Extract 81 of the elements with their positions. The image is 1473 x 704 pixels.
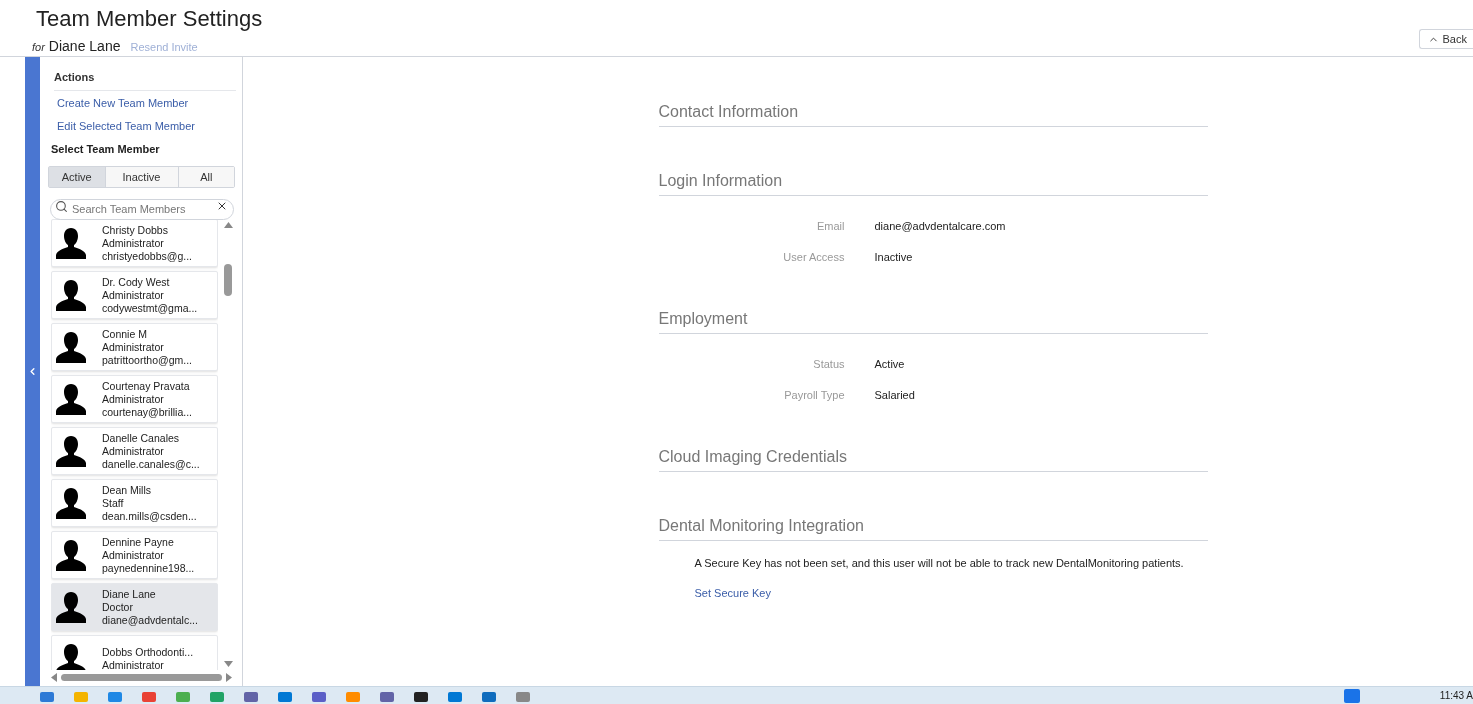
select-member-heading: Select Team Member bbox=[51, 141, 161, 157]
scroll-down-arrow-icon[interactable] bbox=[223, 661, 233, 667]
member-email: diane@advdentalc... bbox=[102, 613, 198, 627]
member-role: Doctor bbox=[102, 600, 134, 614]
person-silhouette-icon bbox=[56, 383, 86, 415]
section-heading: Cloud Imaging Credentials bbox=[658, 445, 1208, 472]
field-value: Inactive bbox=[874, 249, 913, 265]
member-card[interactable]: Dobbs Orthodonti... Administrator bbox=[51, 635, 218, 670]
member-email: christyedobbs@g... bbox=[102, 249, 193, 263]
scroll-left-arrow-icon[interactable] bbox=[51, 672, 57, 682]
member-name: Diane Lane bbox=[102, 587, 157, 601]
clock-time: 11:43 A bbox=[1439, 689, 1473, 703]
member-email: codywestmt@gma... bbox=[102, 301, 198, 315]
member-card[interactable]: Dennine Payne Administrator paynedennine198... bbox=[51, 531, 218, 579]
member-role: Administrator bbox=[102, 548, 165, 562]
member-card[interactable]: Courtenay Pravata Administrator courtenay@brillia... bbox=[51, 375, 218, 423]
member-name: Dr. Cody West bbox=[102, 275, 171, 289]
field-value: Salaried bbox=[874, 387, 915, 403]
field-value: Active bbox=[874, 357, 905, 372]
page-title: Team Member Settings bbox=[36, 5, 264, 33]
section-heading: Dental Monitoring Integration bbox=[658, 514, 1208, 541]
section-heading: Contact Information bbox=[658, 100, 1208, 127]
member-email: dean.mills@csden... bbox=[102, 509, 197, 523]
member-role: Staff bbox=[102, 496, 125, 510]
member-name: Diane Lane bbox=[48, 37, 121, 56]
member-role: Administrator bbox=[102, 236, 165, 250]
person-silhouette-icon bbox=[56, 591, 86, 623]
member-name: Dennine Payne bbox=[102, 535, 175, 549]
person-silhouette-icon bbox=[56, 227, 86, 259]
member-card[interactable]: Danelle Canales Administrator danelle.canales@c... bbox=[51, 427, 218, 475]
person-silhouette-icon bbox=[56, 435, 86, 467]
set-secure-key-link[interactable]: Set Secure Key bbox=[694, 584, 1208, 601]
member-name: Christy Dobbs bbox=[102, 223, 169, 237]
member-email: danelle.canales@c... bbox=[102, 457, 200, 471]
search-field[interactable]: Search Team Members bbox=[50, 198, 234, 220]
info-text: A Secure Key has not been set, and this user will not be able to track new DentalMonitoring patients. bbox=[694, 556, 1185, 571]
member-name: Danelle Canales bbox=[102, 431, 181, 445]
filter-tab[interactable]: Active bbox=[49, 167, 106, 187]
action-link[interactable]: Create New Team Member bbox=[57, 94, 236, 111]
person-silhouette-icon bbox=[56, 279, 86, 311]
member-role: Administrator bbox=[102, 288, 165, 302]
member-name: Connie M bbox=[102, 327, 148, 341]
section-heading: Login Information bbox=[658, 169, 1208, 196]
clear-icon[interactable] bbox=[216, 200, 228, 212]
for-label: for bbox=[32, 40, 45, 55]
field-label: User Access bbox=[782, 249, 845, 265]
member-email: courtenay@brillia... bbox=[102, 405, 193, 419]
back-button[interactable]: Back bbox=[1418, 29, 1473, 49]
field-value: diane@advdentalcare.com bbox=[874, 219, 1006, 234]
person-silhouette-icon bbox=[56, 331, 86, 363]
actions-heading: Actions bbox=[54, 69, 236, 91]
member-email: paynedennine198... bbox=[102, 561, 195, 575]
member-name: Courtenay Pravata bbox=[102, 379, 191, 393]
field-label: Payroll Type bbox=[783, 387, 845, 403]
section-heading: Employment bbox=[658, 307, 1208, 334]
member-role: Administrator bbox=[102, 392, 165, 406]
member-card[interactable]: Christy Dobbs Administrator christyedobbs@g... bbox=[51, 219, 218, 267]
member-name: Dobbs Orthodonti... bbox=[102, 646, 194, 659]
person-silhouette-icon bbox=[56, 539, 86, 571]
scroll-right-arrow-icon[interactable] bbox=[226, 672, 232, 682]
filter-tab[interactable]: Inactive bbox=[105, 167, 179, 187]
action-link[interactable]: Edit Selected Team Member bbox=[57, 118, 236, 135]
person-silhouette-icon bbox=[56, 487, 86, 519]
member-role: Administrator bbox=[102, 340, 165, 354]
search-icon bbox=[55, 200, 68, 213]
member-role: Administrator bbox=[102, 659, 165, 670]
scroll-up-arrow-icon[interactable] bbox=[223, 222, 233, 228]
member-card[interactable]: Diane Lane Doctor diane@advdentalc... bbox=[51, 583, 218, 631]
member-role: Administrator bbox=[102, 444, 165, 458]
field-label: Email bbox=[816, 219, 845, 234]
scrollbar-thumb[interactable] bbox=[224, 263, 232, 296]
scrollbar-thumb[interactable] bbox=[61, 673, 222, 681]
field-label: Status bbox=[812, 357, 845, 372]
filter-tab[interactable]: All bbox=[178, 167, 234, 187]
member-name: Dean Mills bbox=[102, 483, 152, 497]
person-silhouette-icon bbox=[56, 643, 86, 670]
member-email: patrittoortho@gm... bbox=[102, 353, 193, 367]
member-card[interactable]: Dr. Cody West Administrator codywestmt@gma... bbox=[51, 271, 218, 319]
member-card[interactable]: Connie M Administrator patrittoortho@gm... bbox=[51, 323, 218, 371]
member-card[interactable]: Dean Mills Staff dean.mills@csden... bbox=[51, 479, 218, 527]
taskbar-app-icon[interactable] bbox=[414, 689, 428, 702]
